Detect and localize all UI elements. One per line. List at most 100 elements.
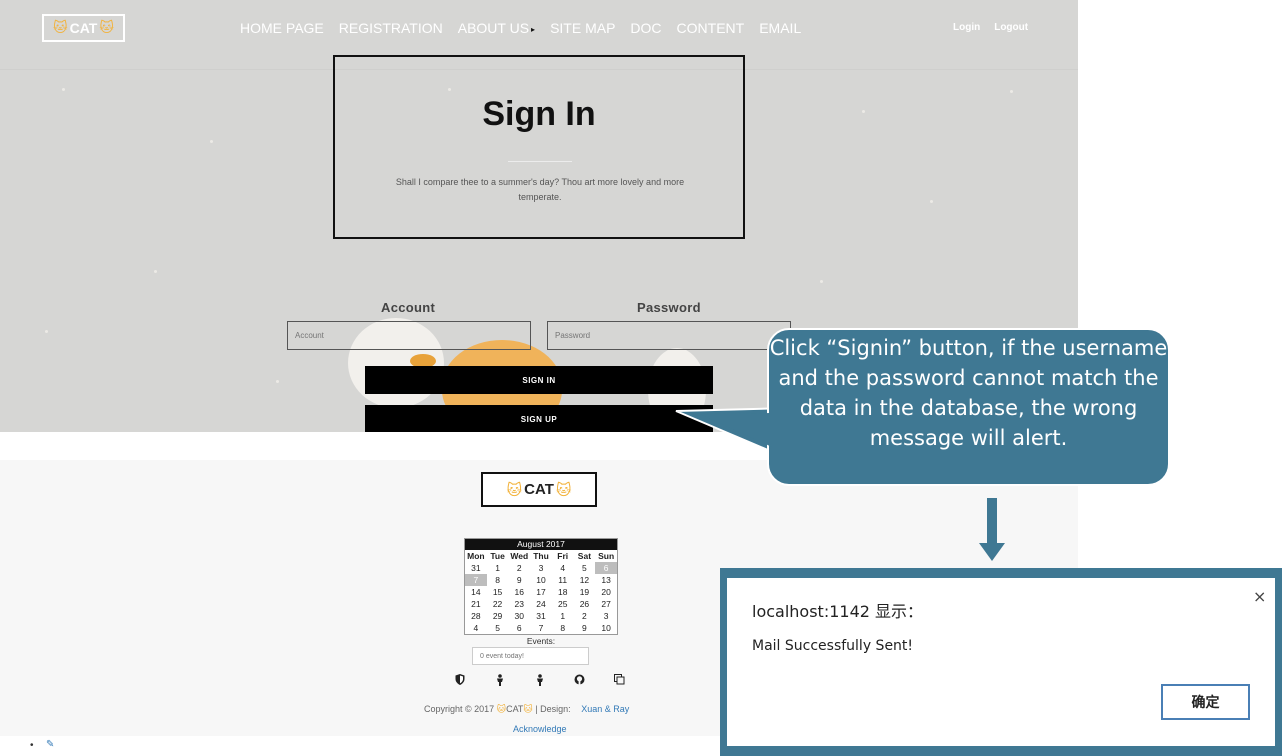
calendar-day[interactable]: 9 bbox=[508, 574, 530, 586]
logout-link[interactable]: Logout bbox=[994, 22, 1028, 33]
calendar-day[interactable]: 1 bbox=[552, 610, 574, 622]
copyright-prefix: Copyright © 2017 bbox=[424, 704, 495, 714]
calendar-day[interactable]: 27 bbox=[595, 598, 617, 610]
calendar-day[interactable]: 22 bbox=[487, 598, 509, 610]
footer-logo[interactable]: 🐱 CAT 🐱 bbox=[481, 472, 597, 507]
cat-face-icon: 🐱 bbox=[555, 480, 572, 499]
calendar-day[interactable]: 24 bbox=[530, 598, 552, 610]
weekday-label: Sat bbox=[577, 551, 592, 561]
calendar-day[interactable]: 1 bbox=[487, 562, 509, 574]
signup-button[interactable]: SIGN UP bbox=[365, 405, 713, 432]
person-icon[interactable] bbox=[534, 674, 546, 686]
nav-item-registration[interactable]: REGISTRATION bbox=[339, 20, 443, 36]
password-label: Password bbox=[637, 300, 701, 315]
signin-button[interactable]: SIGN IN bbox=[365, 366, 713, 394]
main-nav: HOME PAGE REGISTRATION ABOUT US ▸ SITE MA… bbox=[240, 20, 816, 36]
list-bullet: • bbox=[30, 740, 34, 751]
calendar-day[interactable]: 10 bbox=[530, 574, 552, 586]
person-icon[interactable] bbox=[494, 674, 506, 686]
calendar-day[interactable]: 23 bbox=[508, 598, 530, 610]
calendar-day-highlighted[interactable]: 6 bbox=[595, 562, 617, 574]
acknowledge-link[interactable]: Acknowledge bbox=[513, 724, 567, 734]
calendar-day[interactable]: 13 bbox=[595, 574, 617, 586]
shield-icon[interactable] bbox=[454, 674, 466, 686]
nav-item-email[interactable]: EMAIL bbox=[759, 20, 801, 36]
close-icon[interactable]: × bbox=[1253, 587, 1266, 606]
calendar-day[interactable]: 18 bbox=[552, 586, 574, 598]
calendar-week: 21 22 23 24 25 26 27 bbox=[465, 598, 617, 610]
calendar-day[interactable]: 9 bbox=[574, 622, 596, 634]
calendar-day[interactable]: 2 bbox=[574, 610, 596, 622]
calendar-day[interactable]: 10 bbox=[595, 622, 617, 634]
github-icon[interactable] bbox=[573, 674, 585, 686]
background-speck bbox=[276, 380, 279, 383]
calendar-day[interactable]: 17 bbox=[530, 586, 552, 598]
events-label: Events: bbox=[526, 636, 556, 646]
calendar-week: 14 15 16 17 18 19 20 bbox=[465, 586, 617, 598]
calendar-day[interactable]: 28 bbox=[465, 610, 487, 622]
calendar-day[interactable]: 5 bbox=[487, 622, 509, 634]
cat-face-icon: 🐱 bbox=[496, 705, 507, 715]
copy-icon[interactable] bbox=[613, 674, 625, 686]
calendar-day[interactable]: 3 bbox=[530, 562, 552, 574]
calendar-day[interactable]: 12 bbox=[574, 574, 596, 586]
account-input[interactable] bbox=[287, 321, 531, 350]
cat-face-icon: 🐱 bbox=[53, 20, 68, 36]
calendar-day[interactable]: 25 bbox=[552, 598, 574, 610]
site-logo[interactable]: 🐱 CAT 🐱 bbox=[42, 14, 125, 42]
weekday-label: Mon bbox=[467, 551, 485, 561]
calendar-day[interactable]: 7 bbox=[530, 622, 552, 634]
calendar-day[interactable]: 6 bbox=[508, 622, 530, 634]
nav-item-content[interactable]: CONTENT bbox=[677, 20, 745, 36]
calendar-day[interactable]: 21 bbox=[465, 598, 487, 610]
calendar-day[interactable]: 3 bbox=[595, 610, 617, 622]
calendar-day[interactable]: 29 bbox=[487, 610, 509, 622]
nav-item-about-us[interactable]: ABOUT US ▸ bbox=[458, 20, 535, 36]
calendar-day[interactable]: 4 bbox=[465, 622, 487, 634]
cat-face-icon: 🐱 bbox=[99, 20, 114, 36]
events-input[interactable] bbox=[472, 647, 589, 665]
calendar-day[interactable]: 2 bbox=[508, 562, 530, 574]
background-speck bbox=[62, 88, 65, 91]
calendar-day[interactable]: 31 bbox=[465, 562, 487, 574]
calendar-day[interactable]: 30 bbox=[508, 610, 530, 622]
calendar-week: 7 8 9 10 11 12 13 bbox=[465, 574, 617, 586]
weekday-label: Wed bbox=[510, 551, 529, 561]
background-speck bbox=[154, 270, 157, 273]
calendar-day[interactable]: 15 bbox=[487, 586, 509, 598]
signin-quote: Shall I compare thee to a summer's day? … bbox=[395, 177, 685, 202]
background-speck bbox=[930, 200, 933, 203]
calendar-day-today[interactable]: 7 bbox=[465, 574, 487, 586]
calendar-week: 28 29 30 31 1 2 3 bbox=[465, 610, 617, 622]
calendar-day[interactable]: 5 bbox=[574, 562, 596, 574]
copyright-line: Copyright © 2017 🐱CAT🐱 | Design: Xuan & … bbox=[424, 704, 629, 715]
footer-logo-text: CAT bbox=[524, 481, 554, 498]
calendar-day[interactable]: 19 bbox=[574, 586, 596, 598]
calendar-day[interactable]: 11 bbox=[552, 574, 574, 586]
copyright-brand: CAT bbox=[506, 704, 524, 714]
calendar-day[interactable]: 31 bbox=[530, 610, 552, 622]
calendar-day[interactable]: 16 bbox=[508, 586, 530, 598]
calendar-day[interactable]: 26 bbox=[574, 598, 596, 610]
password-input[interactable] bbox=[547, 321, 791, 350]
weekday-label: Sun bbox=[598, 551, 615, 561]
calendar-day[interactable]: 8 bbox=[487, 574, 509, 586]
nav-item-doc[interactable]: DOC bbox=[630, 20, 661, 36]
calendar-day[interactable]: 14 bbox=[465, 586, 487, 598]
design-label: | Design: bbox=[535, 704, 571, 714]
calendar-day[interactable]: 4 bbox=[552, 562, 574, 574]
nav-item-home[interactable]: HOME PAGE bbox=[240, 20, 324, 36]
ok-button[interactable]: 确定 bbox=[1161, 684, 1250, 720]
dialog-message: Mail Successfully Sent! bbox=[752, 638, 914, 654]
caret-right-icon: ▸ bbox=[531, 24, 536, 34]
calendar-weekday-row: Mon Tue Wed Thu Fri Sat Sun bbox=[465, 550, 617, 562]
calendar-day[interactable]: 20 bbox=[595, 586, 617, 598]
pencil-icon[interactable]: ✎ bbox=[46, 739, 54, 750]
nav-item-site-map[interactable]: SITE MAP bbox=[550, 20, 615, 36]
designers-link[interactable]: Xuan & Ray bbox=[581, 704, 629, 714]
background-speck bbox=[1010, 90, 1013, 93]
annotation-callout: Click “Signin” button, if the username a… bbox=[767, 328, 1170, 486]
login-link[interactable]: Login bbox=[953, 22, 980, 33]
auth-links: Login Logout bbox=[953, 22, 1028, 33]
calendar-day[interactable]: 8 bbox=[552, 622, 574, 634]
